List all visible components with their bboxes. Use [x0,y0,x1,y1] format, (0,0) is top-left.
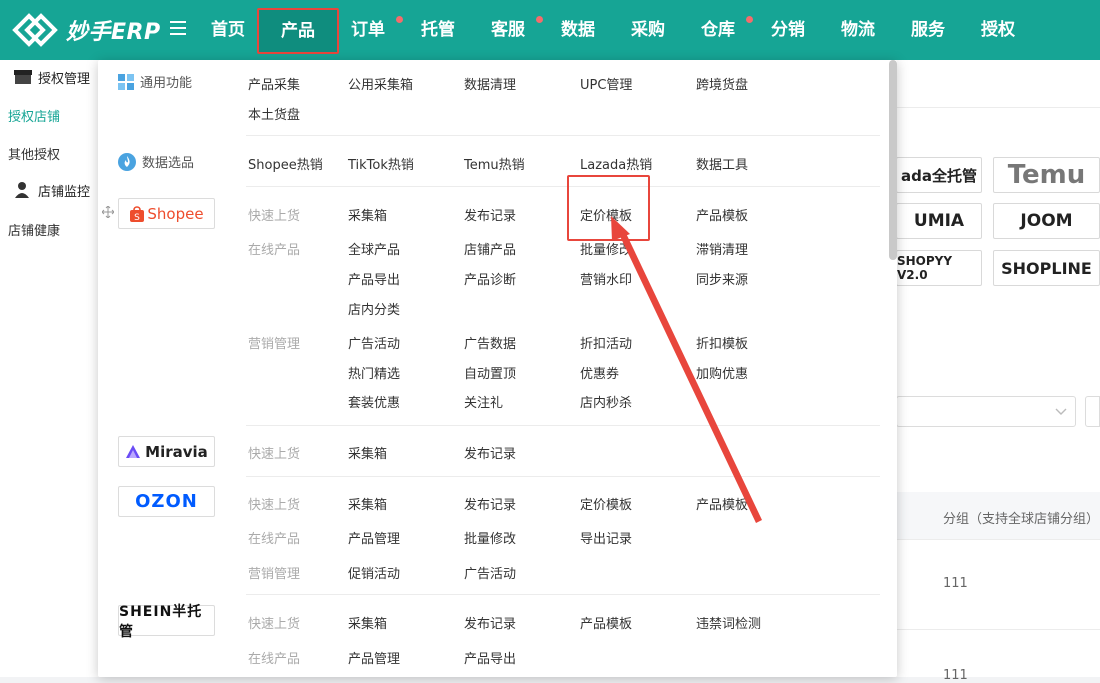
annotation-arrow [611,216,762,523]
